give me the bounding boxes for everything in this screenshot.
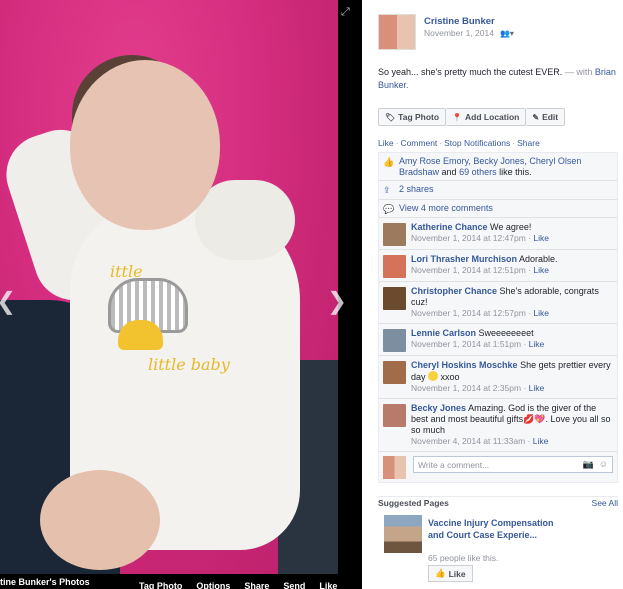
post-date-link[interactable]: November 1, 2014	[424, 28, 494, 38]
baby-photo[interactable]: ittle little baby	[0, 0, 338, 574]
thumbs-up-icon: 👍	[383, 157, 395, 167]
likes-summary: 👍 Amy Rose Emory, Becky Jones, Cheryl Ol…	[379, 153, 617, 181]
comment-item: Lennie Carlson Sweeeeeeeet November 1, 2…	[379, 324, 617, 356]
next-photo-icon[interactable]: ❯	[327, 287, 347, 315]
share-link[interactable]: Share	[517, 138, 540, 148]
heart-emoji-icon: 💖	[534, 414, 546, 424]
edit-button[interactable]: ✎ Edit	[526, 108, 566, 126]
location-pin-icon: 📍	[452, 112, 463, 122]
comment-item: Cheryl Hoskins Moschke She gets prettier…	[379, 356, 617, 399]
comment-like-link[interactable]: Like	[533, 308, 549, 318]
previous-photo-icon[interactable]: ❮	[0, 287, 16, 315]
audience-selector-icon[interactable]: 👥▾	[500, 29, 514, 38]
share-icon: ⇪	[383, 185, 391, 195]
commenter-name[interactable]: Lori Thrasher Murchison	[411, 254, 517, 264]
commenter-avatar[interactable]	[383, 329, 406, 352]
with-prefix: — with	[564, 67, 593, 77]
comment-text: Adorable.	[519, 254, 558, 264]
comment-like-link[interactable]: Like	[533, 233, 549, 243]
post-pane: Cristine Bunker November 1, 2014 👥▾ So y…	[362, 0, 623, 589]
tag-photo-button[interactable]: 🏷 Tag Photo	[378, 108, 447, 126]
suggested-page-like-button[interactable]: 👍 Like	[428, 565, 473, 582]
commenter-name[interactable]: Katherine Chance	[411, 222, 488, 232]
shares-row: ⇪ 2 shares	[379, 181, 617, 200]
stop-notifications-link[interactable]: Stop Notifications	[444, 138, 510, 148]
commenter-avatar[interactable]	[383, 361, 406, 384]
commenter-avatar[interactable]	[383, 255, 406, 278]
caption-text: So yeah... she's pretty much the cutest …	[378, 67, 563, 77]
comment-time[interactable]: November 1, 2014 at 12:51pm	[411, 265, 526, 275]
suggested-page-likes: 65 people like this.	[428, 553, 499, 563]
photo-options-button[interactable]: Options	[196, 581, 230, 589]
current-user-avatar	[383, 456, 406, 479]
post-button-row: 🏷 Tag Photo 📍 Add Location ✎ Edit	[378, 108, 566, 126]
comment-like-link[interactable]: Like	[533, 436, 549, 446]
kiss-emoji-icon: 💋	[523, 414, 535, 424]
commenter-name[interactable]: Lennie Carlson	[411, 328, 476, 338]
comment-like-link[interactable]: Like	[529, 383, 545, 393]
view-more-comments-link[interactable]: View 4 more comments	[399, 203, 493, 213]
suggested-pages-header: Suggested Pages See All	[378, 496, 618, 508]
comment-input[interactable]: Write a comment... 📷 ☺	[413, 456, 613, 473]
comment-text: We agree!	[490, 222, 532, 232]
photo-share-button[interactable]: Share	[244, 581, 269, 589]
comment-item: Christopher Chance She's adorable, congr…	[379, 282, 617, 324]
expand-icon[interactable]: ⤢	[341, 6, 350, 19]
pencil-icon: ✎	[532, 112, 540, 122]
suggested-page-title[interactable]: Vaccine Injury Compensation and Court Ca…	[428, 517, 558, 541]
comment-time[interactable]: November 4, 2014 at 11:33am	[411, 436, 525, 446]
like-link[interactable]: Like	[378, 138, 394, 148]
commenter-name[interactable]: Becky Jones	[411, 403, 466, 413]
commenter-name[interactable]: Christopher Chance	[411, 286, 497, 296]
see-all-link[interactable]: See All	[592, 498, 618, 508]
comment-like-link[interactable]: Like	[529, 339, 545, 349]
comment-item: Katherine Chance We agree! November 1, 2…	[379, 218, 617, 250]
comment-time[interactable]: November 1, 2014 at 2:35pm	[411, 383, 521, 393]
comment-link[interactable]: Comment	[400, 138, 437, 148]
add-location-button[interactable]: 📍 Add Location	[446, 108, 527, 126]
comment-time[interactable]: November 1, 2014 at 12:57pm	[411, 308, 526, 318]
comment-item: Lori Thrasher Murchison Adorable. Novemb…	[379, 250, 617, 282]
commenter-avatar[interactable]	[383, 404, 406, 427]
photo-tag-button[interactable]: Tag Photo	[139, 581, 182, 589]
photo-bottom-bar: tine Bunker's Photos Tag Photo Options S…	[0, 574, 362, 589]
post-timestamp: November 1, 2014 👥▾	[424, 28, 514, 38]
comment-text-after: xxoo	[440, 372, 460, 382]
smile-emoji-icon	[428, 371, 439, 381]
author-name[interactable]: Cristine Bunker	[424, 16, 495, 27]
author-avatar[interactable]	[378, 14, 416, 50]
commenter-avatar[interactable]	[383, 223, 406, 246]
feedback-box: 👍 Amy Rose Emory, Becky Jones, Cheryl Ol…	[378, 152, 618, 483]
view-more-row: 💬 View 4 more comments	[379, 200, 617, 218]
tag-icon: 🏷	[385, 112, 396, 122]
post-action-links: Like · Comment · Stop Notifications · Share	[378, 138, 540, 148]
commenter-avatar[interactable]	[383, 287, 406, 310]
comment-time[interactable]: November 1, 2014 at 12:47pm	[411, 233, 526, 243]
photo-stage: ittle little baby ❮ ❯ ⤢ tine Bunker's Ph…	[0, 0, 362, 589]
photo-like-button[interactable]: Like	[319, 581, 337, 589]
shares-link[interactable]: 2 shares	[399, 184, 434, 194]
thumbs-up-icon: 👍	[435, 568, 446, 578]
commenter-name[interactable]: Cheryl Hoskins Moschke	[411, 360, 518, 370]
album-title-link[interactable]: tine Bunker's Photos	[0, 577, 90, 587]
comment-text: Sweeeeeeeet	[478, 328, 534, 338]
comment-placeholder: Write a comment...	[418, 460, 490, 470]
suggested-page-thumbnail[interactable]	[384, 515, 422, 553]
post-caption: So yeah... she's pretty much the cutest …	[378, 66, 618, 92]
photo-send-button[interactable]: Send	[283, 581, 305, 589]
emoji-picker-icon[interactable]: ☺	[599, 459, 608, 469]
comment-item: Becky Jones Amazing. God is the giver of…	[379, 399, 617, 452]
onesie-print-bottom: little baby	[148, 355, 230, 374]
comment-like-link[interactable]: Like	[533, 265, 549, 275]
comment-time[interactable]: November 1, 2014 at 1:51pm	[411, 339, 521, 349]
suggested-pages-heading: Suggested Pages	[378, 498, 449, 508]
photo-actions: Tag Photo Options Share Send Like	[139, 581, 351, 589]
camera-icon[interactable]: 📷	[583, 459, 594, 470]
onesie-print-top: ittle	[110, 262, 143, 281]
likers-others-link[interactable]: 69 others	[459, 167, 497, 177]
write-comment-row: Write a comment... 📷 ☺	[379, 452, 617, 482]
comment-bubble-icon: 💬	[383, 204, 395, 214]
